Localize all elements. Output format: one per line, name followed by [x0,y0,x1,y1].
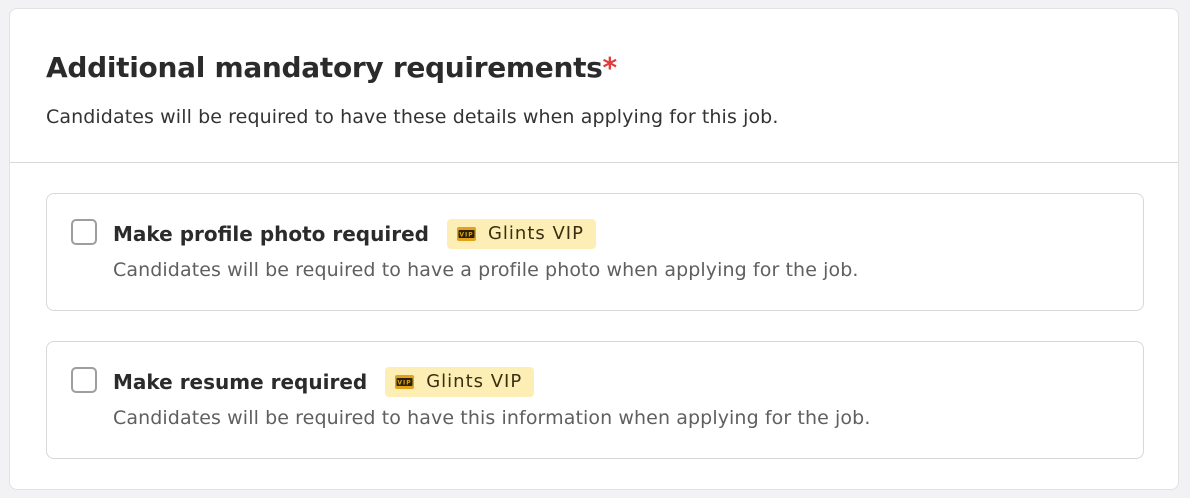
glints-vip-badge: VIP Glints VIP [385,367,535,397]
vip-icon: VIP [395,375,415,389]
glints-vip-badge: VIP Glints VIP [446,219,596,249]
resume-option[interactable]: Make resume required VIP Glints VIP Cand… [46,341,1144,459]
requirements-card: Additional mandatory requirements* Candi… [9,8,1179,490]
vip-icon: VIP [456,227,476,241]
resume-option-title-row: Make resume required VIP Glints VIP [113,367,535,397]
svg-text:VIP: VIP [398,380,412,387]
section-title-text: Additional mandatory requirements [46,51,603,84]
section-header: Additional mandatory requirements* Candi… [10,9,1178,163]
glints-vip-badge-label: Glints VIP [426,371,523,392]
profile-photo-option-description: Candidates will be required to have a pr… [113,259,859,281]
resume-option-title: Make resume required [113,370,368,394]
resume-checkbox[interactable] [71,367,97,393]
profile-photo-option[interactable]: Make profile photo required VIP Glints V… [46,193,1144,311]
section-subtitle: Candidates will be required to have thes… [46,106,779,128]
profile-photo-option-title-row: Make profile photo required VIP Glints V… [113,219,596,249]
profile-photo-option-title: Make profile photo required [113,222,429,246]
section-title: Additional mandatory requirements* [46,49,617,87]
profile-photo-checkbox[interactable] [71,219,97,245]
required-asterisk: * [602,51,618,84]
resume-option-description: Candidates will be required to have this… [113,407,871,429]
glints-vip-badge-label: Glints VIP [487,223,584,244]
svg-text:VIP: VIP [459,232,473,239]
